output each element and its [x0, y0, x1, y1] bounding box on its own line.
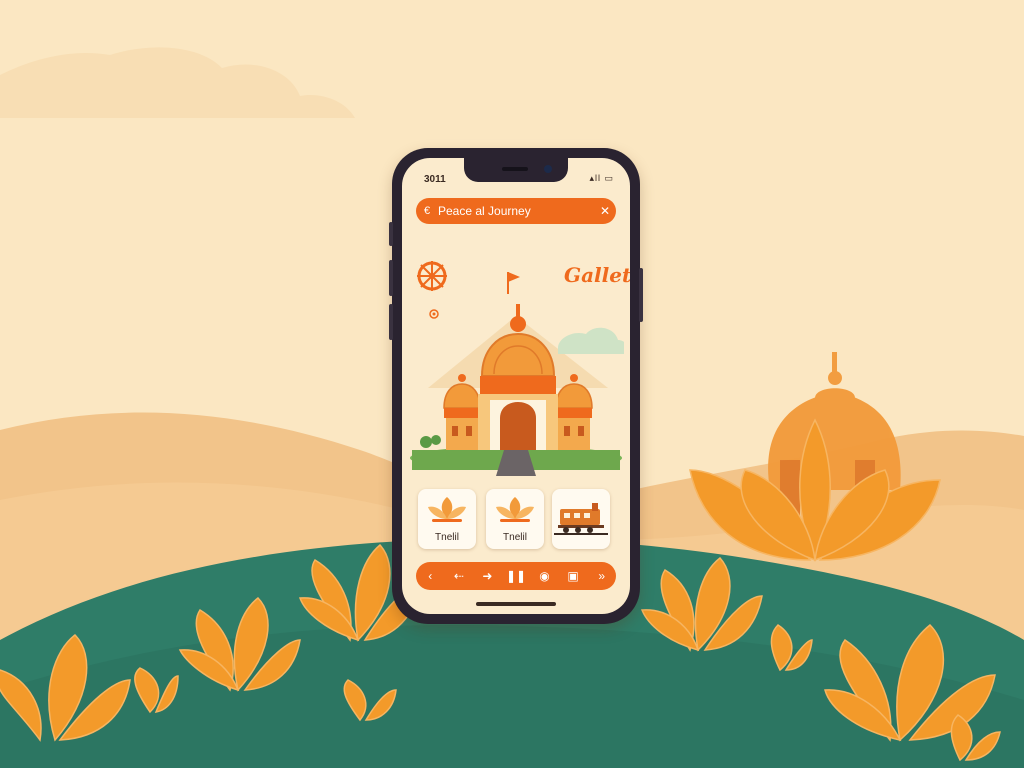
phone-power-button: [639, 268, 643, 322]
record-icon[interactable]: ◉: [535, 569, 555, 583]
lotus-icon: [428, 497, 466, 522]
phone-side-button: [389, 222, 393, 246]
card-label: Tnelil: [503, 532, 527, 543]
card-train[interactable]: [552, 489, 610, 549]
front-camera: [544, 165, 552, 173]
phone-screen: 3011 ▴ll ▭ € Peace al Journey ✕ Gallet T…: [402, 158, 630, 614]
next-icon[interactable]: »: [592, 569, 612, 583]
back-icon[interactable]: €: [416, 205, 438, 217]
speaker-grille: [502, 167, 528, 171]
home-indicator[interactable]: [476, 602, 556, 606]
phone-volume-up: [389, 260, 393, 296]
card-lotus-1[interactable]: Tnelil: [418, 489, 476, 549]
prev-icon[interactable]: ‹: [420, 569, 440, 583]
journey-title-bar: € Peace al Journey ✕: [416, 198, 616, 224]
book-icon[interactable]: ▣: [563, 569, 583, 583]
forward-icon[interactable]: ➜: [477, 569, 497, 583]
train-icon: [554, 503, 608, 535]
card-lotus-2[interactable]: Tnelil: [486, 489, 544, 549]
temple-illustration: [410, 272, 624, 476]
phone-notch: [464, 158, 568, 182]
phone-volume-down: [389, 304, 393, 340]
close-icon[interactable]: ✕: [594, 204, 616, 218]
status-icons: ▴ll ▭: [589, 173, 614, 183]
journey-title: Peace al Journey: [438, 204, 531, 218]
media-controls: ‹ ⇠ ➜ ❚❚ ◉ ▣ »: [416, 562, 616, 590]
lotus-icon: [496, 497, 534, 522]
card-label: Tnelil: [435, 532, 459, 543]
status-time: 3011: [424, 174, 446, 185]
phone-device: 3011 ▴ll ▭ € Peace al Journey ✕ Gallet T…: [389, 148, 643, 624]
pause-icon[interactable]: ❚❚: [506, 569, 526, 583]
rewind-icon[interactable]: ⇠: [449, 569, 469, 583]
